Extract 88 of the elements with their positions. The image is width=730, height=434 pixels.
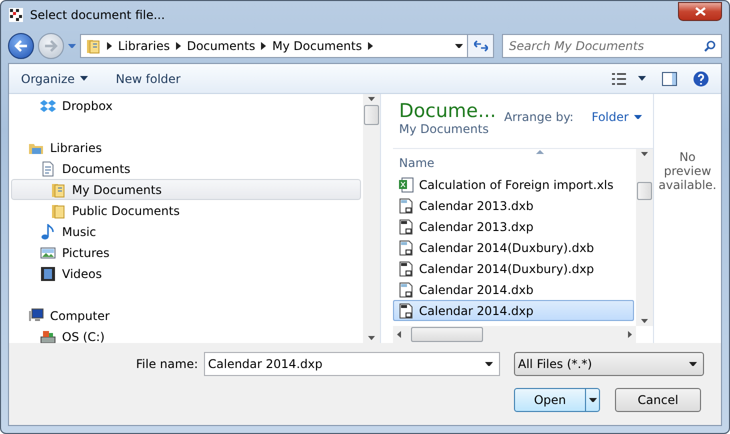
breadcrumb[interactable]: My Documents [272,39,362,53]
nav-item[interactable]: Computer [11,305,361,326]
preview-message: No preview available. [658,150,718,192]
close-icon [694,6,706,16]
filename-label: File name: [136,357,198,371]
chevron-icon [176,42,181,50]
scroll-right-icon [628,331,632,338]
app-icon [8,7,24,23]
chevron-icon [368,42,373,50]
horizontal-scrollbar[interactable] [393,326,636,343]
document-icon [398,260,414,276]
scrollbar[interactable] [363,94,380,343]
search-icon [704,40,716,52]
folder-icon [50,202,66,218]
file-row[interactable]: Calendar 2013.dxp [393,216,634,237]
nav-item[interactable]: My Documents [11,179,361,200]
caret-icon [588,398,596,402]
arrange-label: Arrange by: [504,110,574,124]
scrollbar[interactable] [636,149,653,326]
arrow-icon [44,40,58,52]
column-header[interactable]: Name [399,156,434,170]
chevron-icon [107,42,112,50]
caret-icon [634,114,642,120]
search-field[interactable]: Search My Documents [502,34,722,58]
filename-field[interactable]: Calendar 2014.dxp [204,352,500,376]
nav-item[interactable]: Music [11,221,361,242]
file-row[interactable]: Calendar 2013.dxb [393,195,634,216]
scroll-thumb[interactable] [637,182,652,200]
document-icon [398,240,414,256]
nav-item[interactable]: Libraries [11,137,361,158]
music-note-icon [40,224,56,240]
nav-item[interactable]: Pictures [11,242,361,263]
nav-item[interactable]: OS (C:) [11,326,361,347]
arrange-dropdown[interactable]: Folder [582,110,642,124]
document-icon [398,198,414,214]
arrow-icon [14,40,28,52]
refresh-button[interactable] [468,34,494,58]
history-caret-icon [68,44,76,48]
folder-icon [85,38,101,54]
window-title: Select document file... [30,8,166,22]
toolbar-button[interactable]: New folder [116,72,181,86]
refresh-icon [474,40,488,52]
scroll-up-icon [368,97,375,102]
caret-icon [80,76,88,81]
nav-item[interactable]: Dropbox [11,95,361,116]
breadcrumb[interactable]: Libraries [118,39,170,53]
document-icon [398,218,414,234]
scroll-down-icon [641,318,648,323]
file-row[interactable]: Calendar 2014(Duxbury).dxb [393,237,634,258]
drive-icon [40,328,56,344]
picture-icon [40,244,56,260]
breadcrumb[interactable]: Documents [186,39,256,53]
address-bar[interactable]: Libraries Documents My Documents [80,34,468,58]
nav-item[interactable]: Documents [11,158,361,179]
file-row[interactable]: Calendar 2014(Duxbury).dxp [393,258,634,279]
file-row[interactable]: Calculation of Foreign import.xls [393,174,634,195]
spreadsheet-icon [398,176,414,192]
help-icon[interactable] [693,70,709,86]
scroll-left-icon [397,331,401,338]
library-title: Docume... [399,100,496,122]
nav-item[interactable]: Public Documents [11,200,361,221]
toolbar-button[interactable]: Organize [21,72,88,86]
cancel-button[interactable]: Cancel [615,388,701,412]
document-icon [398,302,414,318]
scroll-thumb[interactable] [364,105,379,126]
back-button[interactable] [8,33,34,59]
nav-item[interactable]: Videos [11,263,361,284]
caret-icon [689,362,697,366]
chevron-icon [261,42,266,50]
sort-caret-icon [536,150,544,154]
file-type-dropdown[interactable]: All Files (*.*) [514,352,704,376]
scroll-up-icon [641,152,648,156]
document-icon [40,160,56,176]
library-subtitle: My Documents [399,122,490,136]
preview-pane-icon[interactable] [662,72,677,86]
document-icon [398,282,414,298]
close-button[interactable] [678,2,722,20]
scroll-down-icon [368,336,375,340]
caret-icon [455,44,463,48]
computer-icon [28,308,44,324]
open-button[interactable]: Open [514,388,600,412]
scroll-thumb[interactable] [411,327,483,342]
file-row[interactable]: Calendar 2014.dxp [393,300,634,321]
file-row[interactable]: Calendar 2014.dxb [393,279,634,300]
caret-icon [485,362,493,366]
folder-icon [50,182,66,198]
view-list-icon[interactable] [612,72,626,84]
caret-icon [638,76,646,81]
